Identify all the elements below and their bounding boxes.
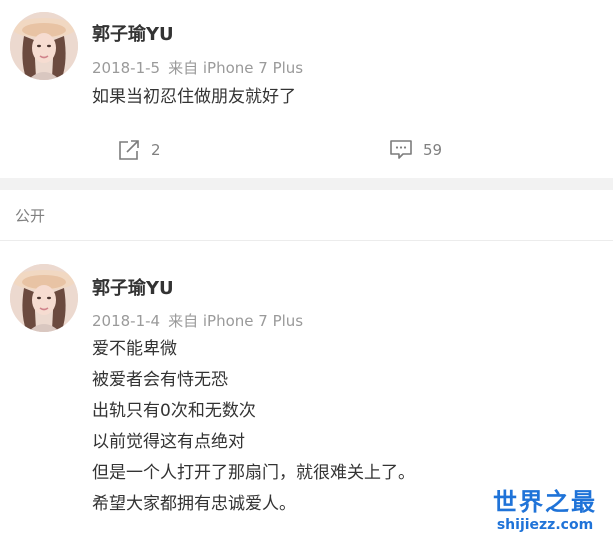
watermark-title: 世界之最 — [493, 488, 597, 516]
feed-post-1: 郭子瑜YU 2018-1-5 来自 iPhone 7 Plus 如果当初忍住做朋友… — [0, 0, 613, 178]
avatar[interactable] — [10, 264, 78, 332]
post-meta: 2018-1-5 来自 iPhone 7 Plus — [92, 58, 303, 78]
watermark: 世界之最 shijiezz.com — [485, 487, 605, 533]
post-text-line: 希望大家都拥有忠诚爱人。 — [92, 494, 296, 514]
comment-button[interactable]: 59 — [389, 136, 442, 164]
post-text-line: 但是一个人打开了那扇门，就很难关上了。 — [92, 463, 415, 483]
post-content: 如果当初忍住做朋友就好了 — [92, 82, 296, 113]
feed-divider — [0, 178, 613, 190]
section-divider — [0, 240, 613, 241]
comment-icon — [390, 140, 412, 159]
post-date[interactable]: 2018-1-5 — [92, 59, 160, 77]
post-date[interactable]: 2018-1-4 — [92, 312, 160, 330]
post-text-line: 被爱者会有恃无恐 — [92, 370, 228, 390]
author-name[interactable]: 郭子瑜YU — [92, 24, 174, 46]
post-source: 来自 iPhone 7 Plus — [168, 59, 304, 77]
post-text-line: 如果当初忍住做朋友就好了 — [92, 87, 296, 107]
post-text-line: 爱不能卑微 — [92, 339, 177, 359]
avatar-image — [10, 264, 78, 332]
post-text-line: 出轨只有0次和无数次 — [92, 401, 256, 421]
share-button[interactable]: 2 — [117, 136, 161, 164]
section-label: 公开 — [15, 207, 46, 225]
comment-count: 59 — [423, 141, 443, 159]
share-icon — [119, 140, 139, 160]
post-meta: 2018-1-4 来自 iPhone 7 Plus — [92, 311, 303, 331]
avatar[interactable] — [10, 12, 78, 80]
post-text-line: 以前觉得这有点绝对 — [92, 432, 245, 452]
share-count: 2 — [151, 141, 161, 159]
avatar-image — [10, 12, 78, 80]
post-actions: 2 59 — [0, 136, 613, 164]
watermark-domain: shijiezz.com — [496, 517, 594, 533]
post-content: 爱不能卑微 被爱者会有恃无恐 出轨只有0次和无数次 以前觉得这有点绝对 但是一个… — [92, 334, 415, 520]
author-name[interactable]: 郭子瑜YU — [92, 278, 174, 300]
post-source: 来自 iPhone 7 Plus — [168, 312, 304, 330]
